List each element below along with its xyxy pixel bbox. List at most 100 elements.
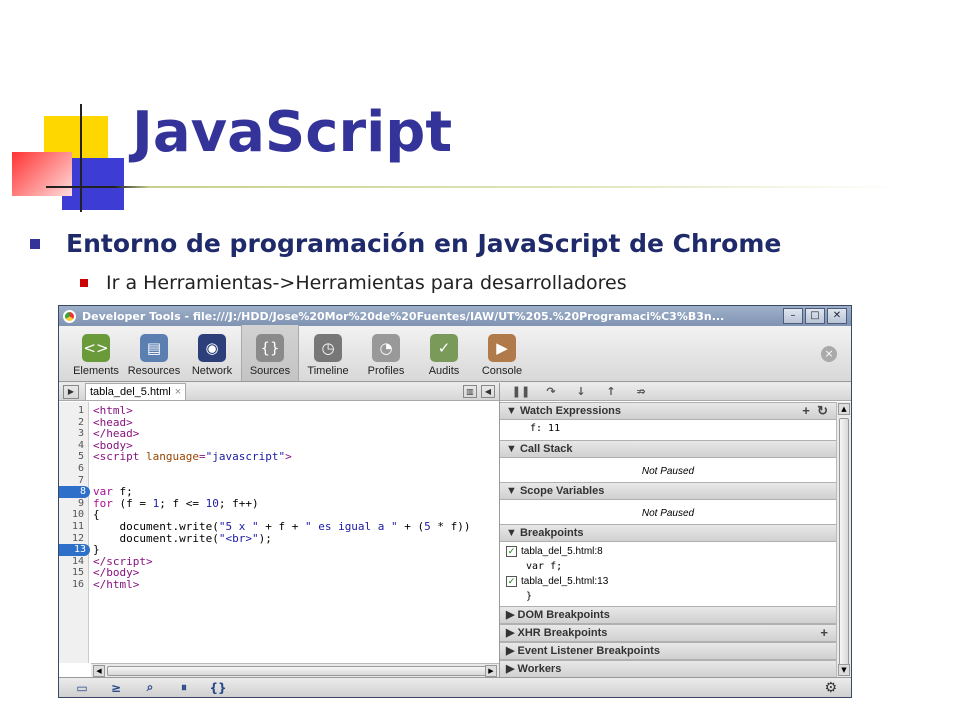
elements-icon: <>	[82, 334, 110, 362]
split-view-button[interactable]: ▥	[463, 385, 477, 398]
line-number[interactable]: 4	[59, 440, 88, 452]
deactivate-breakpoints-icon[interactable]: ⇏	[626, 385, 656, 398]
console-drawer-icon[interactable]: ≥	[99, 681, 133, 695]
devtools-window: Developer Tools - file:///J:/HDD/Jose%20…	[58, 305, 852, 698]
breakpoint-code: var f;	[526, 561, 563, 572]
toolbar-tab-label: Elements	[73, 365, 119, 377]
event-listener-breakpoints-header[interactable]: ▶ Event Listener Breakpoints	[500, 642, 836, 660]
toolbar-tab-label: Timeline	[307, 365, 349, 377]
xhr-breakpoints-header[interactable]: ▶ XHR Breakpoints +	[500, 624, 836, 642]
devtools-main: ▶ tabla_del_5.html × ▥ ◀ 1 2 3 4 5 6 7 8 9 10 11 12 1…	[59, 383, 851, 677]
code-line: for (f = 1; f <= 10; f++)	[93, 496, 259, 510]
line-number[interactable]: 10	[59, 509, 88, 521]
line-number[interactable]: 1	[59, 405, 88, 417]
call-stack-status: Not Paused	[641, 466, 695, 477]
slide: JavaScript Entorno de programación en Ja…	[0, 0, 960, 720]
toggle-debugger-button[interactable]: ◀	[481, 385, 495, 398]
breakpoints-header[interactable]: ▼ Breakpoints	[500, 524, 836, 542]
gear-icon[interactable]: ⚙	[824, 680, 837, 696]
pause-icon[interactable]: ❚❚	[506, 385, 536, 398]
toolbar-tab-sources[interactable]: {} Sources	[241, 325, 299, 381]
checkbox-checked-icon[interactable]: ✓	[506, 546, 517, 557]
horizontal-scrollbar[interactable]: ◀ ▶	[91, 663, 499, 677]
step-over-icon[interactable]: ↷	[536, 385, 566, 398]
code-editor[interactable]: 1 2 3 4 5 6 7 8 9 10 11 12 13 14 15 16 <html> <head> </…	[59, 402, 499, 663]
event-bp-title: Event Listener Breakpoints	[517, 645, 660, 657]
title-underline	[46, 186, 906, 188]
pretty-print-icon[interactable]: {}	[201, 681, 235, 695]
line-number[interactable]: 7	[59, 475, 88, 487]
scroll-up-icon[interactable]: ▲	[838, 403, 850, 415]
scroll-thumb[interactable]	[107, 666, 495, 676]
audits-icon: ✓	[430, 334, 458, 362]
maximize-button[interactable]: □	[805, 308, 825, 324]
toolbar-tab-elements[interactable]: <> Elements	[67, 334, 125, 381]
workers-header[interactable]: ▶ Workers	[500, 660, 836, 677]
line-number[interactable]: 14	[59, 556, 88, 568]
dom-breakpoints-header[interactable]: ▶ DOM Breakpoints	[500, 606, 836, 624]
toolbar-tab-profiles[interactable]: ◔ Profiles	[357, 334, 415, 381]
line-number[interactable]: 6	[59, 463, 88, 475]
step-into-icon[interactable]: ↓	[566, 385, 596, 398]
scroll-down-icon[interactable]: ▼	[838, 664, 850, 676]
toolbar-tab-label: Sources	[249, 365, 291, 377]
sources-icon: {}	[256, 334, 284, 362]
scroll-right-icon[interactable]: ▶	[485, 665, 497, 677]
line-number[interactable]: 11	[59, 521, 88, 533]
bullet-sub-text: Ir a Herramientas->Herramientas para des…	[106, 272, 627, 294]
line-number[interactable]: 15	[59, 567, 88, 579]
toolbar-tab-console[interactable]: ▶ Console	[473, 334, 531, 381]
checkbox-checked-icon[interactable]: ✓	[506, 576, 517, 587]
network-icon: ◉	[198, 334, 226, 362]
toggle-navigator-button[interactable]: ▶	[63, 384, 79, 399]
step-out-icon[interactable]: ↑	[596, 385, 626, 398]
code-line: var f;	[93, 485, 133, 499]
editor-tab[interactable]: tabla_del_5.html ×	[85, 383, 187, 400]
vertical-scrollbar[interactable]: ▲ ▼	[836, 402, 851, 677]
toolbar-tab-resources[interactable]: ▤ Resources	[125, 334, 183, 381]
line-number[interactable]: 2	[59, 417, 88, 429]
toolbar-tab-audits[interactable]: ✓ Audits	[415, 334, 473, 381]
breakpoint-marker[interactable]: 13	[59, 544, 90, 556]
watch-expression[interactable]: f: 11	[508, 423, 828, 434]
close-devtools-icon[interactable]: ×	[821, 346, 837, 362]
window-titlebar[interactable]: Developer Tools - file:///J:/HDD/Jose%20…	[59, 306, 851, 326]
toolbar-tab-timeline[interactable]: ◷ Timeline	[299, 334, 357, 381]
breakpoint-item[interactable]: ✓ tabla_del_5.html:8	[506, 544, 830, 559]
minimize-button[interactable]: –	[783, 308, 803, 324]
search-icon[interactable]: ⌕	[133, 680, 167, 695]
line-number[interactable]: 9	[59, 498, 88, 510]
breakpoint-label: tabla_del_5.html:8	[521, 546, 603, 557]
vscroll-thumb[interactable]	[839, 418, 849, 666]
close-window-button[interactable]: ✕	[827, 308, 847, 324]
bullet-square-icon	[80, 279, 88, 287]
debugger-toolbar: ❚❚ ↷ ↓ ↑ ⇏	[500, 383, 851, 401]
breakpoints-body: ✓ tabla_del_5.html:8 var f; ✓ tabla_del_5.…	[500, 542, 836, 606]
breakpoint-marker[interactable]: 8	[59, 486, 90, 498]
dock-icon[interactable]: ▭	[65, 681, 99, 695]
line-gutter[interactable]: 1 2 3 4 5 6 7 8 9 10 11 12 13 14 15 16	[59, 402, 90, 663]
close-tab-icon[interactable]: ×	[175, 386, 181, 398]
toolbar-tab-network[interactable]: ◉ Network	[183, 334, 241, 381]
breakpoint-item[interactable]: ✓ tabla_del_5.html:13	[506, 574, 830, 589]
add-xhr-breakpoint-icon[interactable]: +	[820, 625, 828, 641]
add-watch-icon[interactable]: +	[802, 403, 810, 418]
code-line: </head>	[93, 427, 140, 441]
chrome-logo-icon	[63, 309, 76, 323]
pause-on-exceptions-icon[interactable]: ⏸	[167, 680, 201, 695]
line-number[interactable]: 16	[59, 579, 88, 591]
timeline-icon: ◷	[314, 334, 342, 362]
devtools-statusbar: ▭ ≥ ⌕ ⏸ {} ⚙	[59, 677, 851, 697]
scroll-left-icon[interactable]: ◀	[93, 665, 105, 677]
line-number[interactable]: 3	[59, 428, 88, 440]
watch-expressions-header[interactable]: ▼ Watch Expressions + ↻	[500, 402, 836, 420]
toolbar-tab-label: Profiles	[367, 365, 405, 377]
code-lines[interactable]: <html> <head> </head> <body> <script lan…	[89, 402, 471, 663]
call-stack-header[interactable]: ▼ Call Stack	[500, 440, 836, 458]
scope-title: Scope Variables	[519, 485, 605, 497]
scope-variables-header[interactable]: ▼ Scope Variables	[500, 482, 836, 500]
refresh-watch-icon[interactable]: ↻	[817, 403, 828, 418]
line-number[interactable]: 5	[59, 451, 88, 463]
line-number[interactable]: 12	[59, 533, 88, 545]
